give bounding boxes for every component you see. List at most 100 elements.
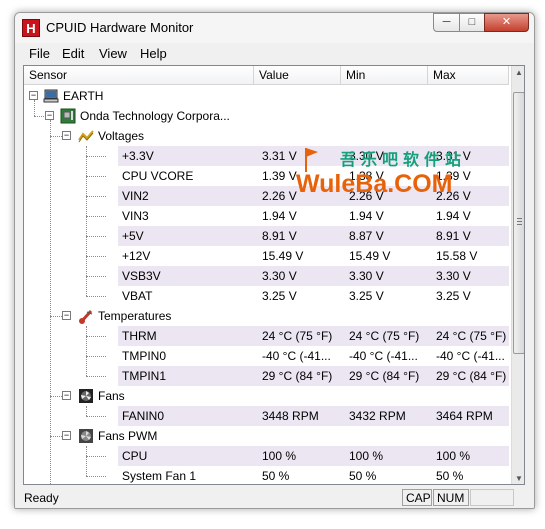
group-collapse-toggle[interactable]: − <box>62 431 71 440</box>
sensor-min: 24 °C (75 °F) <box>349 329 420 343</box>
minimize-button[interactable]: ─ <box>433 13 460 32</box>
sensor-name: VSB3V <box>122 269 161 283</box>
voltage-icon <box>78 130 94 143</box>
sensor-row[interactable]: +12V 15.49 V 15.49 V 15.58 V <box>24 246 509 266</box>
device-collapse-toggle[interactable]: − <box>45 111 54 120</box>
sensor-name: THRM <box>122 329 157 343</box>
sensor-max: 29 °C (84 °F) <box>436 369 507 383</box>
sensor-name: System Fan 1 <box>122 469 197 483</box>
group-label[interactable]: Voltages <box>98 129 144 143</box>
column-value[interactable]: Value <box>254 66 341 85</box>
maximize-button[interactable]: □ <box>459 13 485 32</box>
num-indicator: NUM <box>433 489 469 506</box>
sensor-row[interactable]: VSB3V 3.30 V 3.30 V 3.30 V <box>24 266 509 286</box>
computer-icon <box>43 89 59 103</box>
sensor-max: 24 °C (75 °F) <box>436 329 507 343</box>
window-title: CPUID Hardware Monitor <box>46 20 194 35</box>
menu-view[interactable]: View <box>99 46 127 61</box>
group-collapse-toggle[interactable]: − <box>62 311 71 320</box>
fan-icon <box>79 389 93 403</box>
sensor-name: +12V <box>122 249 151 263</box>
sensor-value: 3.25 V <box>262 289 297 303</box>
menu-file[interactable]: File <box>29 46 50 61</box>
group-collapse-toggle[interactable]: − <box>62 391 71 400</box>
sensor-row[interactable]: TMPIN1 29 °C (84 °F) 29 °C (84 °F) 29 °C… <box>24 366 509 386</box>
sensor-name: VBAT <box>122 289 153 303</box>
sensor-name: CPU <box>122 449 148 463</box>
sensor-max: 100 % <box>436 449 471 463</box>
cap-indicator: CAP <box>402 489 432 506</box>
sensor-row[interactable]: System Fan 1 50 % 50 % 50 % <box>24 466 509 484</box>
sensor-value: 29 °C (84 °F) <box>262 369 333 383</box>
status-bar: Ready CAP NUM <box>15 487 534 508</box>
column-sensor[interactable]: Sensor <box>24 66 254 85</box>
watermark-chinese: 吾乐吧软件站 <box>340 152 467 169</box>
watermark: 吾乐吧软件站 WuleBa.COM <box>292 144 502 214</box>
sensor-value: 50 % <box>262 469 290 483</box>
sensor-value: 3.30 V <box>262 269 297 283</box>
sensor-min: 8.87 V <box>349 229 384 243</box>
sensor-min: 50 % <box>349 469 377 483</box>
sensor-row[interactable]: FANIN0 3448 RPM 3432 RPM 3464 RPM <box>24 406 509 426</box>
sensor-value: 8.91 V <box>262 229 297 243</box>
sensor-name: TMPIN1 <box>122 369 167 383</box>
status-pane-empty <box>470 489 514 506</box>
title-bar[interactable]: H CPUID Hardware Monitor ─ □ ✕ <box>15 13 534 43</box>
root-label[interactable]: EARTH <box>63 89 103 103</box>
group-label[interactable]: Fans PWM <box>98 429 157 443</box>
sensor-row[interactable]: THRM 24 °C (75 °F) 24 °C (75 °F) 24 °C (… <box>24 326 509 346</box>
sensor-max: 3464 RPM <box>436 409 493 423</box>
sensor-min: 3.30 V <box>349 269 384 283</box>
sensor-name: CPU VCORE <box>122 169 194 183</box>
sensor-name: +3.3V <box>122 149 154 163</box>
device-label[interactable]: Onda Technology Corpora... <box>80 109 230 123</box>
hardware-monitor-window: H CPUID Hardware Monitor ─ □ ✕ File Edit… <box>14 12 535 509</box>
sensor-row[interactable]: TMPIN0 -40 °C (-41... -40 °C (-41... -40… <box>24 346 509 366</box>
scroll-down-arrow[interactable]: ▼ <box>512 472 524 484</box>
column-max[interactable]: Max <box>428 66 509 85</box>
sensor-row[interactable]: VBAT 3.25 V 3.25 V 3.25 V <box>24 286 509 306</box>
root-collapse-toggle[interactable]: − <box>29 91 38 100</box>
group-label[interactable]: Fans <box>98 389 125 403</box>
menu-edit[interactable]: Edit <box>62 46 84 61</box>
sensor-tree-list[interactable]: Sensor Value Min Max − EARTH − Onda Tech… <box>23 65 525 485</box>
sensor-min: 29 °C (84 °F) <box>349 369 420 383</box>
sensor-value: 24 °C (75 °F) <box>262 329 333 343</box>
group-collapse-toggle[interactable]: − <box>62 131 71 140</box>
scroll-up-arrow[interactable]: ▲ <box>512 66 524 80</box>
vertical-scrollbar[interactable]: ▲ ▼ <box>511 66 524 484</box>
menu-help[interactable]: Help <box>140 46 167 61</box>
sensor-max: -40 °C (-41... <box>436 349 505 363</box>
sensor-min: 100 % <box>349 449 384 463</box>
thermometer-icon <box>79 309 93 324</box>
scroll-thumb[interactable] <box>513 92 524 354</box>
sensor-min: 15.49 V <box>349 249 391 263</box>
sensor-max: 3.25 V <box>436 289 471 303</box>
menu-bar: File Edit View Help <box>15 43 534 63</box>
sensor-min: -40 °C (-41... <box>349 349 418 363</box>
motherboard-icon <box>60 108 76 124</box>
group-label[interactable]: Temperatures <box>98 309 171 323</box>
column-min[interactable]: Min <box>341 66 428 85</box>
sensor-name: +5V <box>122 229 144 243</box>
sensor-max: 3.30 V <box>436 269 471 283</box>
sensor-value: 15.49 V <box>262 249 304 263</box>
fan-pwm-icon <box>79 429 93 443</box>
sensor-max: 8.91 V <box>436 229 471 243</box>
column-header: Sensor Value Min Max <box>24 66 509 85</box>
sensor-name: VIN2 <box>122 189 149 203</box>
sensor-name: VIN3 <box>122 209 149 223</box>
app-icon: H <box>22 19 40 37</box>
sensor-name: TMPIN0 <box>122 349 167 363</box>
sensor-name: FANIN0 <box>122 409 165 423</box>
sensor-row[interactable]: CPU 100 % 100 % 100 % <box>24 446 509 466</box>
watermark-english: WuleBa.COM <box>296 170 453 198</box>
sensor-value: -40 °C (-41... <box>262 349 331 363</box>
sensor-value: 100 % <box>262 449 297 463</box>
sensor-min: 3432 RPM <box>349 409 406 423</box>
close-button[interactable]: ✕ <box>484 13 529 32</box>
sensor-row[interactable]: +5V 8.91 V 8.87 V 8.91 V <box>24 226 509 246</box>
sensor-max: 15.58 V <box>436 249 478 263</box>
sensor-max: 50 % <box>436 469 464 483</box>
status-text: Ready <box>24 491 59 505</box>
